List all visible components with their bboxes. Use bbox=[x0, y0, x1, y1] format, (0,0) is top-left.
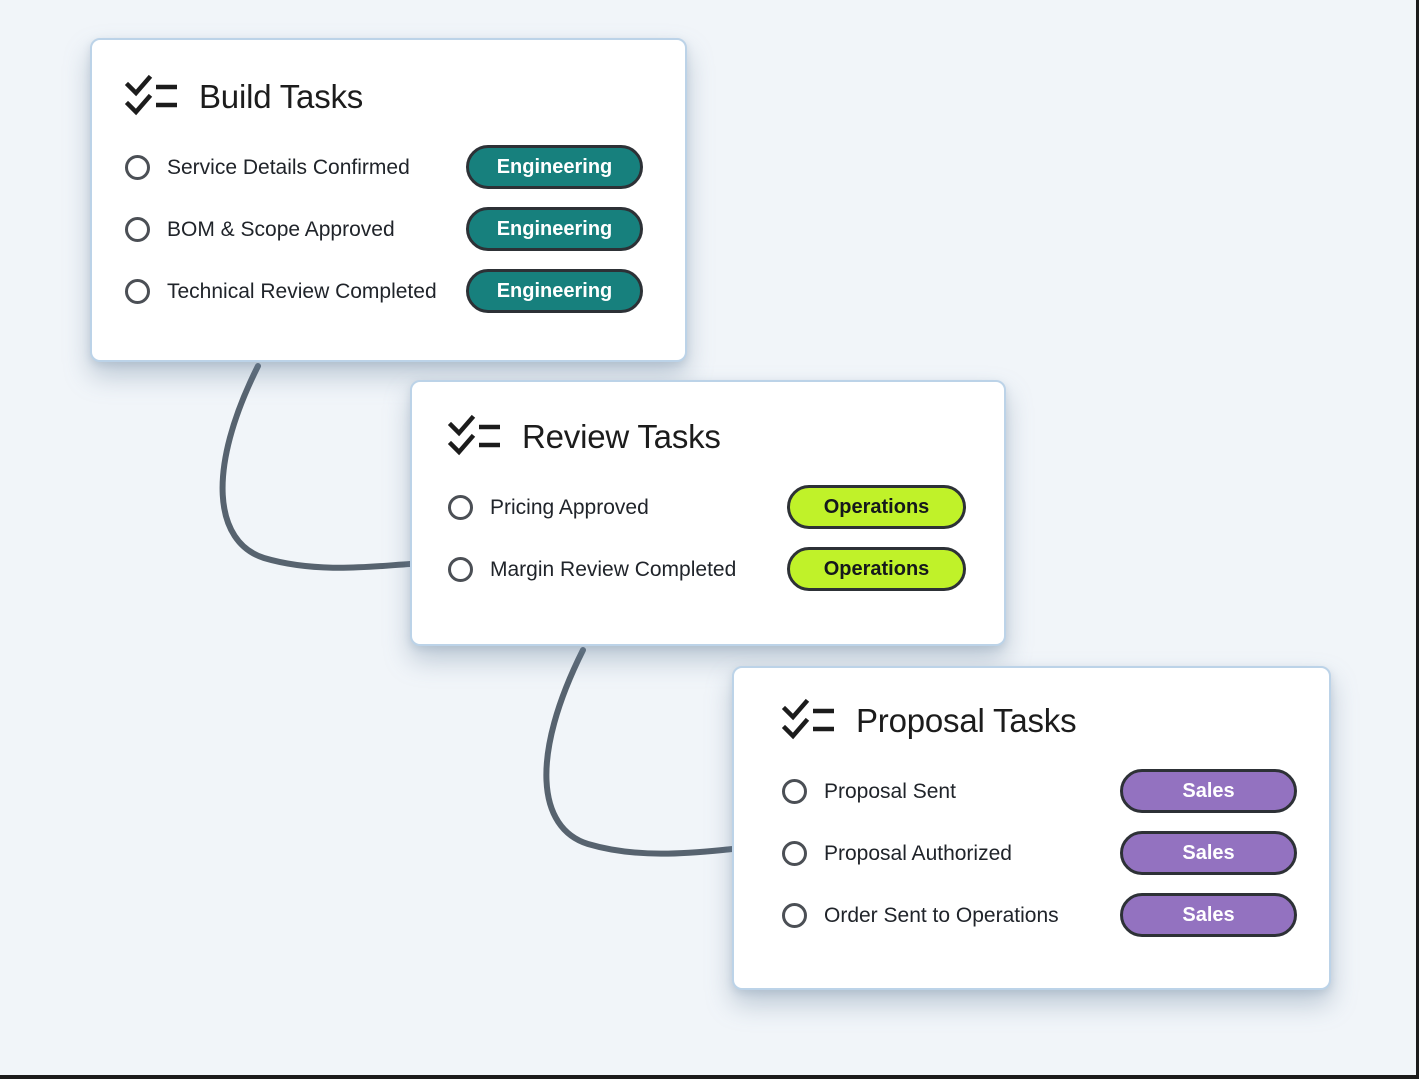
connector-review-to-proposal bbox=[546, 650, 733, 854]
task-owner-badge[interactable]: Operations bbox=[787, 547, 966, 591]
task-list-review: Pricing Approved Operations Margin Revie… bbox=[412, 458, 1004, 600]
task-label: Proposal Authorized bbox=[824, 843, 1012, 864]
task-checkbox[interactable] bbox=[448, 557, 473, 582]
task-row[interactable]: Order Sent to Operations Sales bbox=[782, 884, 1329, 946]
card-header-review: Review Tasks bbox=[412, 382, 1004, 458]
task-label: Pricing Approved bbox=[490, 497, 649, 518]
task-label: BOM & Scope Approved bbox=[167, 219, 395, 240]
task-row[interactable]: BOM & Scope Approved Engineering bbox=[125, 198, 685, 260]
task-row[interactable]: Margin Review Completed Operations bbox=[448, 538, 1004, 600]
task-owner-badge[interactable]: Sales bbox=[1120, 769, 1297, 813]
task-row[interactable]: Proposal Sent Sales bbox=[782, 760, 1329, 822]
task-label: Margin Review Completed bbox=[490, 559, 736, 580]
checklist-icon bbox=[782, 698, 836, 742]
task-row[interactable]: Service Details Confirmed Engineering bbox=[125, 136, 685, 198]
workflow-canvas: Build Tasks Service Details Confirmed En… bbox=[0, 0, 1419, 1079]
task-owner-badge[interactable]: Sales bbox=[1120, 831, 1297, 875]
task-checkbox[interactable] bbox=[125, 217, 150, 242]
task-label: Proposal Sent bbox=[824, 781, 956, 802]
card-build-tasks[interactable]: Build Tasks Service Details Confirmed En… bbox=[90, 38, 687, 362]
card-title: Review Tasks bbox=[522, 420, 721, 453]
card-review-tasks[interactable]: Review Tasks Pricing Approved Operations… bbox=[410, 380, 1006, 646]
task-owner-badge[interactable]: Engineering bbox=[466, 145, 643, 189]
task-owner-badge[interactable]: Engineering bbox=[466, 207, 643, 251]
card-title: Build Tasks bbox=[199, 80, 363, 113]
task-checkbox[interactable] bbox=[125, 279, 150, 304]
task-checkbox[interactable] bbox=[782, 779, 807, 804]
task-list-build: Service Details Confirmed Engineering BO… bbox=[92, 118, 685, 322]
task-owner-badge[interactable]: Sales bbox=[1120, 893, 1297, 937]
task-list-proposal: Proposal Sent Sales Proposal Authorized … bbox=[734, 742, 1329, 946]
card-title: Proposal Tasks bbox=[856, 704, 1076, 737]
task-row[interactable]: Technical Review Completed Engineering bbox=[125, 260, 685, 322]
task-checkbox[interactable] bbox=[125, 155, 150, 180]
task-checkbox[interactable] bbox=[782, 903, 807, 928]
checklist-icon bbox=[448, 414, 502, 458]
connector-build-to-review bbox=[223, 366, 410, 568]
task-label: Technical Review Completed bbox=[167, 281, 437, 302]
task-row[interactable]: Proposal Authorized Sales bbox=[782, 822, 1329, 884]
card-header-build: Build Tasks bbox=[92, 40, 685, 118]
task-label: Service Details Confirmed bbox=[167, 157, 410, 178]
card-proposal-tasks[interactable]: Proposal Tasks Proposal Sent Sales Propo… bbox=[732, 666, 1331, 990]
checklist-icon bbox=[125, 74, 179, 118]
task-checkbox[interactable] bbox=[782, 841, 807, 866]
task-row[interactable]: Pricing Approved Operations bbox=[448, 476, 1004, 538]
task-owner-badge[interactable]: Engineering bbox=[466, 269, 643, 313]
task-owner-badge[interactable]: Operations bbox=[787, 485, 966, 529]
card-header-proposal: Proposal Tasks bbox=[734, 668, 1329, 742]
task-checkbox[interactable] bbox=[448, 495, 473, 520]
task-label: Order Sent to Operations bbox=[824, 905, 1059, 926]
